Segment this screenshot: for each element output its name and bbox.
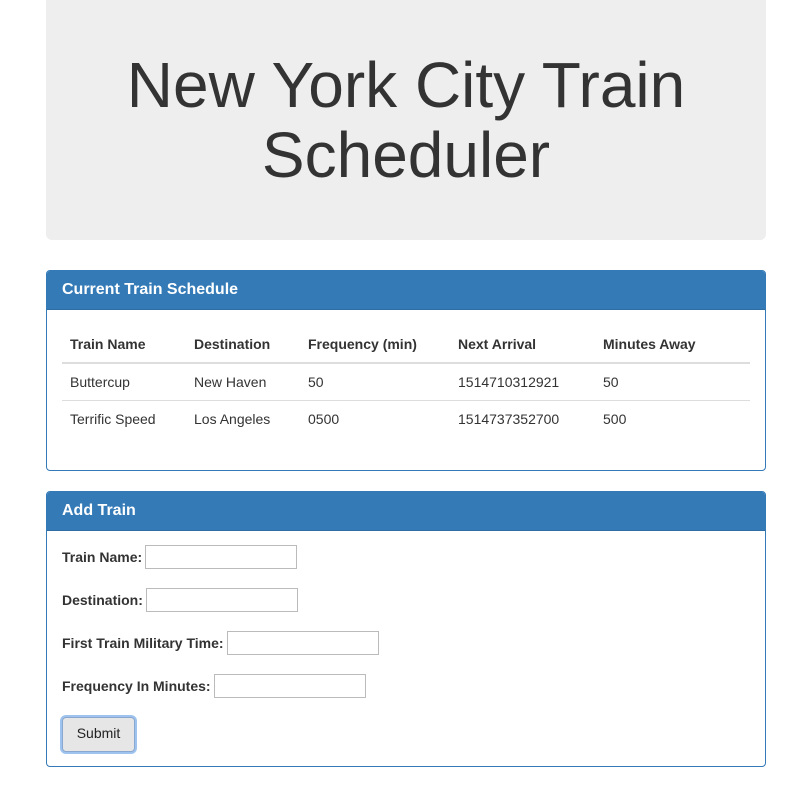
- first-train-time-input[interactable]: [226, 631, 379, 655]
- cell-train-name: Terrific Speed: [62, 400, 186, 437]
- cell-train-name: Buttercup: [70, 374, 130, 390]
- column-header-train-name: Train Name: [62, 326, 186, 364]
- column-header-destination: Destination: [186, 326, 300, 364]
- frequency-input[interactable]: [213, 674, 366, 698]
- table-header-row: Train Name Destination Frequency (min) N…: [62, 326, 750, 364]
- form-row-frequency: Frequency In Minutes:: [62, 674, 366, 698]
- jumbotron-header: New York City Train Scheduler: [46, 0, 766, 240]
- schedule-panel-heading: Current Train Schedule: [47, 271, 765, 310]
- schedule-table: Train Name Destination Frequency (min) N…: [62, 326, 750, 437]
- cell-frequency: 50: [308, 374, 324, 390]
- table-row: Buttercup New Haven 50 1514710312921 50: [62, 363, 750, 401]
- submit-button[interactable]: Submit: [62, 717, 135, 752]
- cell-destination: New Haven: [194, 374, 267, 390]
- schedule-panel: Current Train Schedule Train Name Destin…: [46, 270, 766, 471]
- destination-input[interactable]: [145, 588, 298, 612]
- first-train-time-label: First Train Military Time:: [62, 635, 224, 651]
- form-row-first-train-time: First Train Military Time:: [62, 631, 379, 655]
- form-row-destination: Destination:: [62, 588, 298, 612]
- table-row: Terrific Speed Los Angeles 0500 15147373…: [62, 400, 750, 437]
- cell-destination: Los Angeles: [186, 400, 300, 437]
- column-header-frequency: Frequency (min): [300, 326, 450, 364]
- cell-frequency: 0500: [300, 400, 450, 437]
- train-name-input[interactable]: [145, 545, 298, 569]
- column-header-next-arrival: Next Arrival: [450, 326, 595, 364]
- schedule-table-wrapper: Train Name Destination Frequency (min) N…: [62, 326, 750, 437]
- cell-minutes-away: 500: [595, 400, 750, 437]
- add-train-panel-heading: Add Train: [47, 492, 765, 531]
- column-header-minutes-away: Minutes Away: [595, 326, 750, 364]
- cell-next-arrival: 1514737352700: [450, 400, 595, 437]
- page-title: New York City Train Scheduler: [126, 49, 686, 191]
- train-name-label: Train Name:: [62, 549, 143, 565]
- frequency-label: Frequency In Minutes:: [62, 678, 211, 694]
- form-row-train-name: Train Name:: [62, 545, 298, 569]
- destination-label: Destination:: [62, 592, 143, 608]
- cell-next-arrival: 1514710312921: [458, 374, 560, 390]
- add-train-panel: Add Train Train Name: Destination: First…: [46, 491, 766, 767]
- cell-minutes-away: 50: [603, 374, 619, 390]
